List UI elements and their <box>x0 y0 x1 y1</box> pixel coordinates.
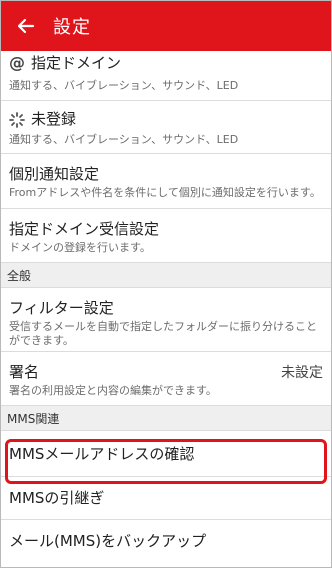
item-title: メール(MMS)をバックアップ <box>9 532 207 550</box>
item-description: ドメインの登録を行います。 <box>9 241 151 254</box>
screen: 設定 @ 指定ドメイン 通知する、バイブレーション、サウンド、LED 未登録 通… <box>0 0 332 568</box>
item-description-line1: 受信するメールを自動で指定したフォルダーに振り分けること <box>9 320 317 333</box>
list-item-individual-notification[interactable]: 個別通知設定 Fromアドレスや件名を条件にして個別に通知設定を行います。 <box>1 154 331 209</box>
item-value: 未設定 <box>281 365 323 381</box>
item-description-line2: ができます。 <box>9 334 74 347</box>
item-description: 通知する、バイブレーション、サウンド、LED <box>9 79 239 92</box>
list-item-mms-transfer[interactable]: MMSの引継ぎ <box>1 477 331 520</box>
list-item-signature[interactable]: 署名 未設定 署名の利用設定と内容の編集ができます。 <box>1 352 331 406</box>
item-title: 未登録 <box>31 110 77 128</box>
at-icon: @ <box>9 53 25 72</box>
item-title: 個別通知設定 <box>9 165 100 183</box>
item-title: MMSの引継ぎ <box>9 489 105 507</box>
back-button[interactable] <box>1 1 51 51</box>
item-title: 指定ドメイン <box>31 54 122 72</box>
section-header-mms: MMS関連 <box>1 406 331 431</box>
page-title: 設定 <box>53 17 91 38</box>
item-description: 署名の利用設定と内容の編集ができます。 <box>9 384 217 397</box>
list-item-unregistered[interactable]: 未登録 通知する、バイブレーション、サウンド、LED <box>1 101 331 154</box>
list-item-designated-domain[interactable]: @ 指定ドメイン 通知する、バイブレーション、サウンド、LED <box>1 51 331 101</box>
list-item-filter[interactable]: フィルター設定 受信するメールを自動で指定したフォルダーに振り分けること ができ… <box>1 288 331 352</box>
item-title: 署名 <box>9 363 40 381</box>
list-item-mms-address[interactable]: MMSメールアドレスの確認 <box>1 431 331 477</box>
item-description: 通知する、バイブレーション、サウンド、LED <box>9 133 239 146</box>
back-arrow-icon <box>17 18 35 34</box>
item-description: Fromアドレスや件名を条件にして個別に通知設定を行います。 <box>9 186 321 199</box>
list-item-mms-backup[interactable]: メール(MMS)をバックアップ <box>1 520 331 562</box>
app-bar: 設定 <box>1 1 331 51</box>
settings-list: @ 指定ドメイン 通知する、バイブレーション、サウンド、LED 未登録 通知する… <box>1 51 331 562</box>
item-title: MMSメールアドレスの確認 <box>9 444 195 463</box>
item-title: 指定ドメイン受信設定 <box>9 220 160 238</box>
loading-spinner-icon <box>9 111 25 128</box>
item-title: フィルター設定 <box>9 299 114 317</box>
list-item-domain-receive[interactable]: 指定ドメイン受信設定 ドメインの登録を行います。 <box>1 209 331 263</box>
section-header-general: 全般 <box>1 263 331 288</box>
